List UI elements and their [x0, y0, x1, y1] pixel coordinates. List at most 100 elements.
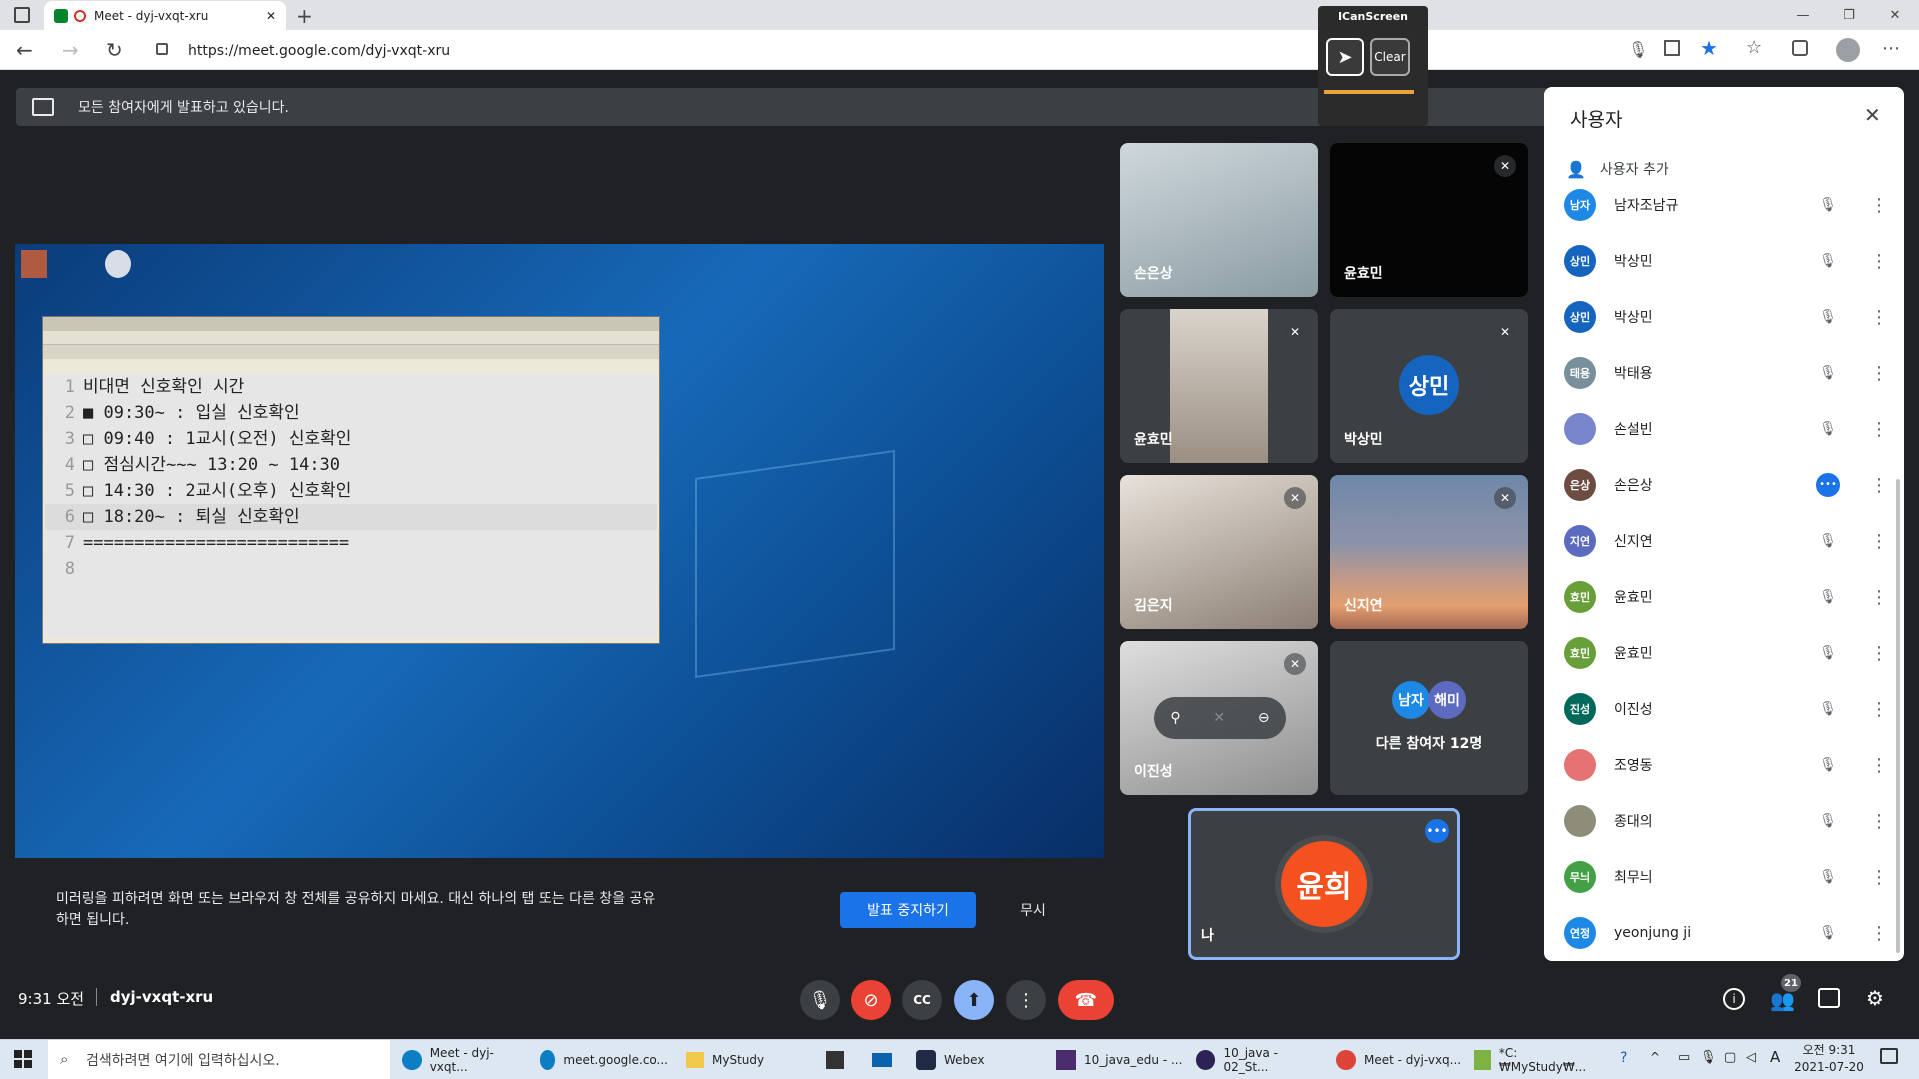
- participant-options-icon[interactable]: ⋮: [1870, 307, 1888, 328]
- mic-off-icon[interactable]: 🎙: [1816, 589, 1840, 605]
- bookmark-star-icon[interactable]: ★: [1700, 36, 1718, 60]
- participant-options-icon[interactable]: ⋮: [1870, 755, 1888, 776]
- mail-icon[interactable]: [872, 1040, 898, 1079]
- menu-icon[interactable]: ⋯: [1882, 38, 1900, 59]
- stop-presenting-button[interactable]: 발표 중지하기: [840, 892, 976, 928]
- favorites-icon[interactable]: ☆: [1746, 37, 1762, 58]
- participant-row[interactable]: 지연 신지연 🎙 ⋮: [1564, 517, 1888, 565]
- mic-off-icon[interactable]: 🎙: [1816, 309, 1840, 325]
- mic-off-icon[interactable]: 🎙: [1816, 813, 1840, 829]
- mic-off-icon[interactable]: 🎙: [1816, 701, 1840, 717]
- participant-tile[interactable]: ✕ 상민 박상민: [1330, 309, 1528, 463]
- participant-row[interactable]: 진성 이진성 🎙 ⋮: [1564, 685, 1888, 733]
- close-icon[interactable]: ✕: [1864, 103, 1881, 127]
- taskbar-clock[interactable]: 오전 9:31 2021-07-20: [1792, 1042, 1866, 1076]
- pin-icon[interactable]: ⚲: [1170, 710, 1180, 726]
- remove-participant-icon[interactable]: ⊖: [1258, 710, 1270, 726]
- self-tile[interactable]: ••• 윤희 나: [1188, 808, 1460, 960]
- back-icon[interactable]: ←: [16, 38, 33, 62]
- microphone-tray-icon[interactable]: 🎙: [1700, 1050, 1717, 1065]
- more-options-button[interactable]: ⋮: [1006, 980, 1046, 1020]
- more-activity-icon[interactable]: •••: [1816, 473, 1840, 497]
- network-icon[interactable]: ▭: [1678, 1050, 1690, 1065]
- tab-actions-icon[interactable]: [14, 7, 30, 23]
- present-button[interactable]: ⬆: [954, 980, 994, 1020]
- other-participants-tile[interactable]: 남자 해미 다른 참여자 12명: [1330, 641, 1528, 795]
- mic-off-icon[interactable]: 🎙: [1816, 645, 1840, 661]
- participant-row[interactable]: 손설빈 🎙 ⋮: [1564, 405, 1888, 453]
- participant-row[interactable]: 상민 박상민 🎙 ⋮: [1564, 237, 1888, 285]
- microphone-button[interactable]: 🎙: [800, 980, 840, 1020]
- taskbar-app[interactable]: 10_java - 02_St...: [1196, 1040, 1324, 1079]
- store-icon[interactable]: [826, 1040, 852, 1079]
- ime-indicator[interactable]: A: [1770, 1048, 1780, 1066]
- activities-icon[interactable]: ⚙: [1866, 986, 1884, 1010]
- participant-options-icon[interactable]: ⋮: [1870, 643, 1888, 664]
- microphone-icon[interactable]: 🎙: [1628, 40, 1648, 59]
- close-window-button[interactable]: ✕: [1872, 0, 1918, 30]
- app-install-icon[interactable]: [1664, 40, 1680, 56]
- mic-off-icon[interactable]: 🎙: [1816, 533, 1840, 549]
- mute-participant-icon[interactable]: ✕: [1213, 710, 1225, 726]
- help-icon[interactable]: ?: [1620, 1050, 1627, 1066]
- collections-icon[interactable]: [1792, 40, 1808, 56]
- captions-button[interactable]: CC: [902, 980, 942, 1020]
- mic-off-icon[interactable]: 🎙: [1816, 253, 1840, 269]
- participant-row[interactable]: 효민 윤효민 🎙 ⋮: [1564, 629, 1888, 677]
- scrollbar[interactable]: [1896, 479, 1900, 953]
- mic-off-icon[interactable]: 🎙: [1816, 421, 1840, 437]
- participant-options-icon[interactable]: ⋮: [1870, 251, 1888, 272]
- reload-icon[interactable]: ↻: [106, 38, 123, 62]
- add-people-button[interactable]: 👤 사용자 추가: [1566, 159, 1669, 179]
- clear-button[interactable]: Clear: [1370, 38, 1410, 76]
- taskbar-app[interactable]: meet.google.co...: [540, 1040, 668, 1079]
- participant-options-icon[interactable]: ⋮: [1870, 363, 1888, 384]
- participant-row[interactable]: 무늬 최무늬 🎙 ⋮: [1564, 853, 1888, 901]
- participant-options-icon[interactable]: ⋮: [1870, 811, 1888, 832]
- participant-options-icon[interactable]: ⋮: [1870, 195, 1888, 216]
- participant-tile[interactable]: 손은상: [1120, 143, 1318, 297]
- participant-row[interactable]: 효민 윤효민 🎙 ⋮: [1564, 573, 1888, 621]
- maximize-button[interactable]: ❐: [1826, 0, 1872, 30]
- mic-off-icon[interactable]: 🎙: [1816, 869, 1840, 885]
- mic-off-icon[interactable]: 🎙: [1816, 757, 1840, 773]
- leave-call-button[interactable]: ☎: [1058, 980, 1114, 1020]
- participant-options-icon[interactable]: ⋮: [1870, 923, 1888, 944]
- chat-icon[interactable]: [1818, 988, 1840, 1008]
- participant-row[interactable]: 태용 박태용 🎙 ⋮: [1564, 349, 1888, 397]
- participant-options-icon[interactable]: ⋮: [1870, 699, 1888, 720]
- participant-row[interactable]: 조영동 🎙 ⋮: [1564, 741, 1888, 789]
- participant-row[interactable]: 은상 손은상 ••• ⋮: [1564, 461, 1888, 509]
- mic-off-icon[interactable]: 🎙: [1816, 365, 1840, 381]
- participant-tile[interactable]: ✕ 윤효민: [1120, 309, 1318, 463]
- participant-row[interactable]: 종대의 🎙 ⋮: [1564, 797, 1888, 845]
- participant-tile[interactable]: ✕ 신지연: [1330, 475, 1528, 629]
- minimize-button[interactable]: —: [1780, 0, 1826, 30]
- mic-off-icon[interactable]: 🎙: [1816, 925, 1840, 941]
- browser-tab[interactable]: Meet - dyj-vxqt-xru ✕: [44, 1, 286, 30]
- participant-row[interactable]: 남자 남자조남규 🎙 ⋮: [1564, 181, 1888, 229]
- forward-icon[interactable]: →: [62, 38, 79, 62]
- camera-off-button[interactable]: ⊘: [851, 980, 891, 1020]
- tray-chevron-icon[interactable]: ^: [1650, 1050, 1660, 1064]
- taskbar-app[interactable]: 10_java_edu - ...: [1056, 1040, 1184, 1079]
- taskbar-app[interactable]: MyStudy: [686, 1040, 786, 1079]
- pointer-tool-button[interactable]: ➤: [1326, 38, 1364, 76]
- mic-off-icon[interactable]: 🎙: [1816, 197, 1840, 213]
- participant-options-icon[interactable]: ⋮: [1870, 531, 1888, 552]
- participant-options-icon[interactable]: ⋮: [1870, 587, 1888, 608]
- notifications-icon[interactable]: [1880, 1048, 1898, 1064]
- profile-avatar[interactable]: [1836, 38, 1860, 62]
- dismiss-button[interactable]: 무시: [1003, 892, 1063, 928]
- tab-close-icon[interactable]: ✕: [266, 9, 276, 23]
- taskbar-app[interactable]: Meet - dyj-vxq...: [1336, 1040, 1464, 1079]
- participant-row[interactable]: 연정 yeonjung ji 🎙 ⋮: [1564, 909, 1888, 957]
- start-icon[interactable]: [14, 1050, 32, 1068]
- display-icon[interactable]: ▢: [1724, 1050, 1736, 1065]
- participant-row[interactable]: 상민 박상민 🎙 ⋮: [1564, 293, 1888, 341]
- participant-options-icon[interactable]: ⋮: [1870, 867, 1888, 888]
- taskbar-app[interactable]: *C:₩MyStudy₩...: [1474, 1040, 1598, 1079]
- pen-size-slider[interactable]: [1324, 90, 1414, 94]
- participant-options-icon[interactable]: ⋮: [1870, 475, 1888, 496]
- participant-tile[interactable]: ✕ 윤효민: [1330, 143, 1528, 297]
